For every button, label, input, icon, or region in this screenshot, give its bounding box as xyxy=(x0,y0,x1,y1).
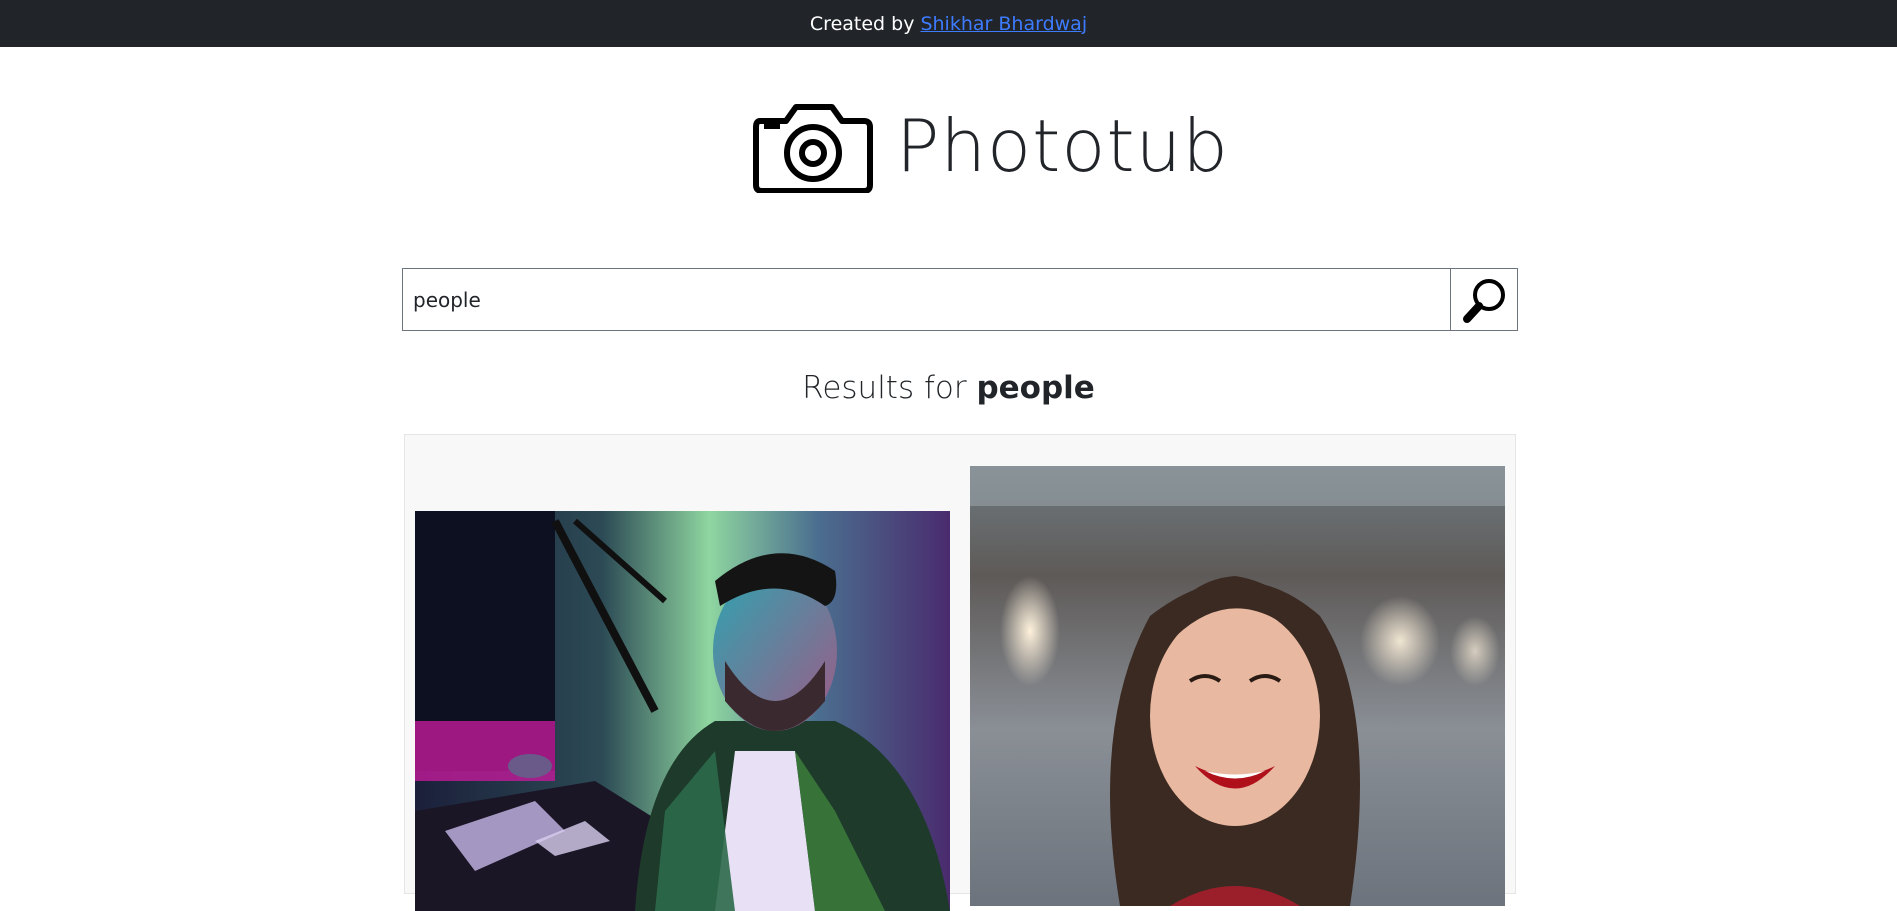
photo-result[interactable] xyxy=(415,511,950,911)
photo-image xyxy=(970,466,1505,906)
results-prefix: Results for xyxy=(802,370,967,406)
brand-name: Phototub xyxy=(896,104,1229,188)
search-button[interactable] xyxy=(1450,268,1518,331)
photo-result[interactable] xyxy=(970,466,1505,906)
created-by-text: Created by xyxy=(809,12,915,35)
results-heading: Results for people xyxy=(0,370,1897,406)
camera-icon xyxy=(753,104,873,193)
results-query: people xyxy=(976,370,1095,406)
magnifier-icon xyxy=(1463,278,1505,323)
author-link[interactable]: Shikhar Bhardwaj xyxy=(920,13,1087,35)
search-input[interactable] xyxy=(402,268,1450,331)
brand-header: Phototub xyxy=(752,98,1229,194)
results-grid xyxy=(404,434,1516,911)
photo-image xyxy=(415,511,950,911)
search-bar xyxy=(402,268,1518,331)
top-bar: Created by Shikhar Bhardwaj xyxy=(0,0,1897,47)
